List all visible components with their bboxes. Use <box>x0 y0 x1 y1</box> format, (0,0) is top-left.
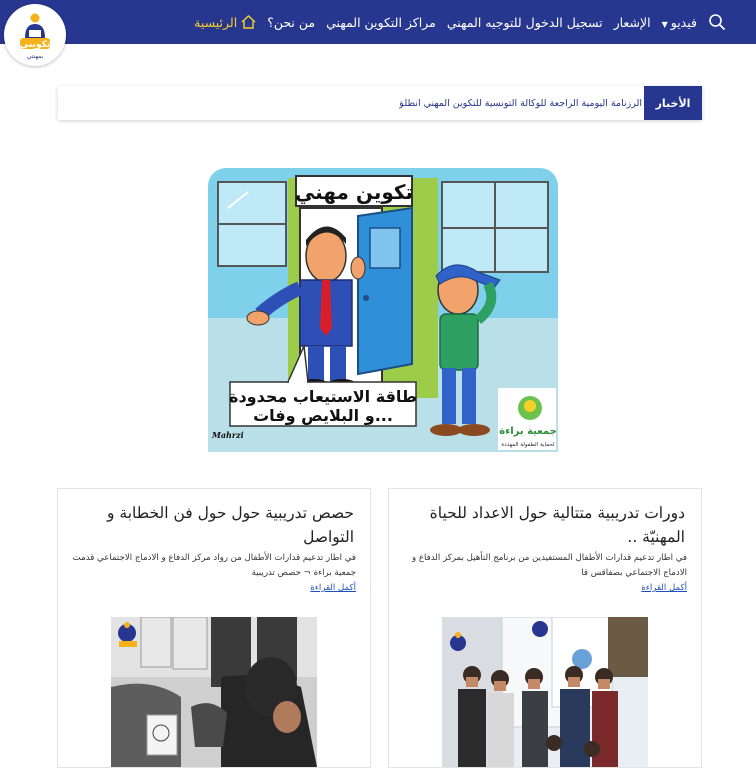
ticker-label: الأخبار <box>644 86 702 120</box>
main-nav: الرئيسية من نحن؟ مراكز التكوين المهني تس… <box>194 0 726 44</box>
caret-down-icon: ▼ <box>661 19 668 29</box>
top-navbar: الرئيسية من نحن؟ مراكز التكوين المهني تس… <box>0 0 756 44</box>
news-card: دورات تدريبية متتالية حول الاعداد للحياة… <box>388 488 702 768</box>
nav-item-about[interactable]: من نحن؟ <box>267 15 315 30</box>
card-title-text: حصص تدريبية حول حول فن الخطابة و التواصل <box>107 504 354 546</box>
banner-org-tagline: لحماية الطفولة المهددة <box>501 442 554 448</box>
card-excerpt-text: في اطار تدعيم قدارات الأطفال المستفيدين … <box>412 553 687 578</box>
banner-sign-text: تكوين مهني <box>295 180 413 205</box>
news-ticker: الأخبار الرزنامة اليومية الراجعة للوكالة… <box>58 86 702 120</box>
nav-item-home[interactable]: الرئيسية <box>194 15 256 30</box>
card-title[interactable]: حصص تدريبية حول حول فن الخطابة و التواصل <box>72 501 354 549</box>
banner-speech-line2: و البلايص وفات... <box>253 406 393 425</box>
card-title-text: دورات تدريبية متتالية حول الاعداد للحياة… <box>429 504 685 546</box>
logo-text: تكويني <box>20 40 50 50</box>
card-excerpt: في اطار تدعيم قدارات الأطفال المستفيدين … <box>403 551 687 596</box>
nav-item-home-label: الرئيسية <box>194 14 238 30</box>
card-photo[interactable] <box>111 617 317 767</box>
home-icon <box>241 15 256 29</box>
banner-artist: Mahrzi <box>211 430 244 440</box>
banner-org-name: جمعية براءة <box>499 426 557 437</box>
ticker-headline-text: الرزنامة اليومية الراجعة للوكالة التونسي… <box>399 97 642 109</box>
card-photo[interactable] <box>442 617 648 767</box>
nav-item-video[interactable]: فيديو▼ <box>662 15 697 30</box>
news-card: حصص تدريبية حول حول فن الخطابة و التواصل… <box>57 488 371 768</box>
read-more-link[interactable]: أكمل القراءة <box>310 583 356 593</box>
site-logo[interactable]: تكويني بمهنتي <box>4 4 66 66</box>
nav-item-training-centers[interactable]: مراكز التكوين المهني <box>326 15 436 30</box>
nav-item-guidance-login[interactable]: تسجيل الدخول للتوجيه المهني <box>447 15 603 30</box>
read-more-link[interactable]: أكمل القراءة <box>641 583 687 593</box>
card-title[interactable]: دورات تدريبية متتالية حول الاعداد للحياة… <box>403 501 685 549</box>
logo-subtext: بمهنتي <box>27 53 44 60</box>
card-excerpt: في اطار تدعيم قدارات الأطفال من رواد مرك… <box>72 551 356 596</box>
banner-cartoon: تكوين مهني طاقة الاستيعاب محدودة و البلا… <box>208 168 558 452</box>
ticker-headline[interactable]: الرزنامة اليومية الراجعة للوكالة التونسي… <box>399 86 644 120</box>
card-excerpt-text: في اطار تدعيم قدارات الأطفال من رواد مرك… <box>72 553 356 578</box>
search-icon[interactable] <box>708 13 726 31</box>
banner-speech-line1: طاقة الاستيعاب محدودة <box>229 387 417 406</box>
nav-item-notification[interactable]: الإشعار <box>614 15 651 30</box>
nav-item-video-label: فيديو <box>670 14 697 30</box>
